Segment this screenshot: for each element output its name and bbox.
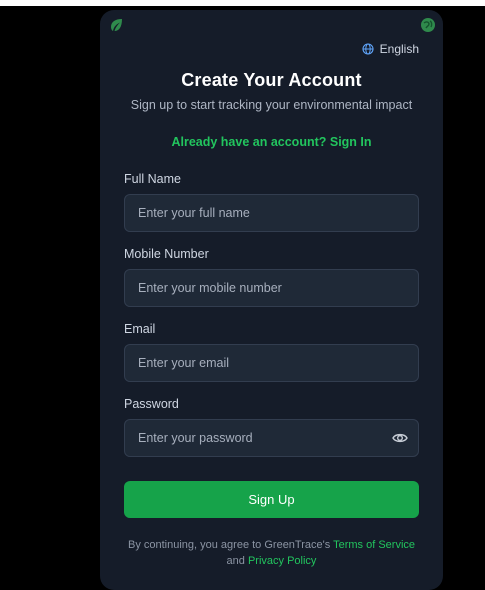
page-subtitle: Sign up to start tracking your environme… (130, 98, 413, 112)
full-name-label: Full Name (124, 172, 181, 186)
language-selector[interactable]: English (362, 40, 419, 58)
terms-of-service-link[interactable]: Terms of Service (333, 539, 415, 551)
full-name-input[interactable] (125, 195, 418, 231)
password-input[interactable] (125, 420, 418, 456)
email-input[interactable] (125, 345, 418, 381)
leaf-icon (108, 17, 124, 33)
eye-icon[interactable] (392, 431, 408, 445)
language-label: English (379, 42, 419, 56)
password-field-box (124, 419, 419, 457)
email-field-box (124, 344, 419, 382)
privacy-policy-link[interactable]: Privacy Policy (248, 555, 316, 567)
password-label: Password (124, 397, 179, 411)
mobile-field-box (124, 269, 419, 307)
globe-leaf-icon (420, 17, 436, 33)
signup-card: English Create Your Account Sign up to s… (100, 10, 443, 590)
full-name-field-box (124, 194, 419, 232)
browser-top-strip (0, 0, 485, 6)
sign-up-button[interactable]: Sign Up (124, 481, 419, 518)
email-label: Email (124, 322, 156, 336)
terms-prefix: By continuing, you agree to GreenTrace's (127, 539, 331, 551)
terms-notice: By continuing, you agree to GreenTrace's… (120, 537, 423, 569)
page-title: Create Your Account (181, 70, 362, 90)
mobile-label: Mobile Number (124, 247, 209, 261)
terms-conjunction: and (226, 555, 245, 567)
signin-link[interactable]: Already have an account? Sign In (100, 135, 443, 149)
mobile-input[interactable] (125, 270, 418, 306)
globe-icon (362, 43, 374, 55)
